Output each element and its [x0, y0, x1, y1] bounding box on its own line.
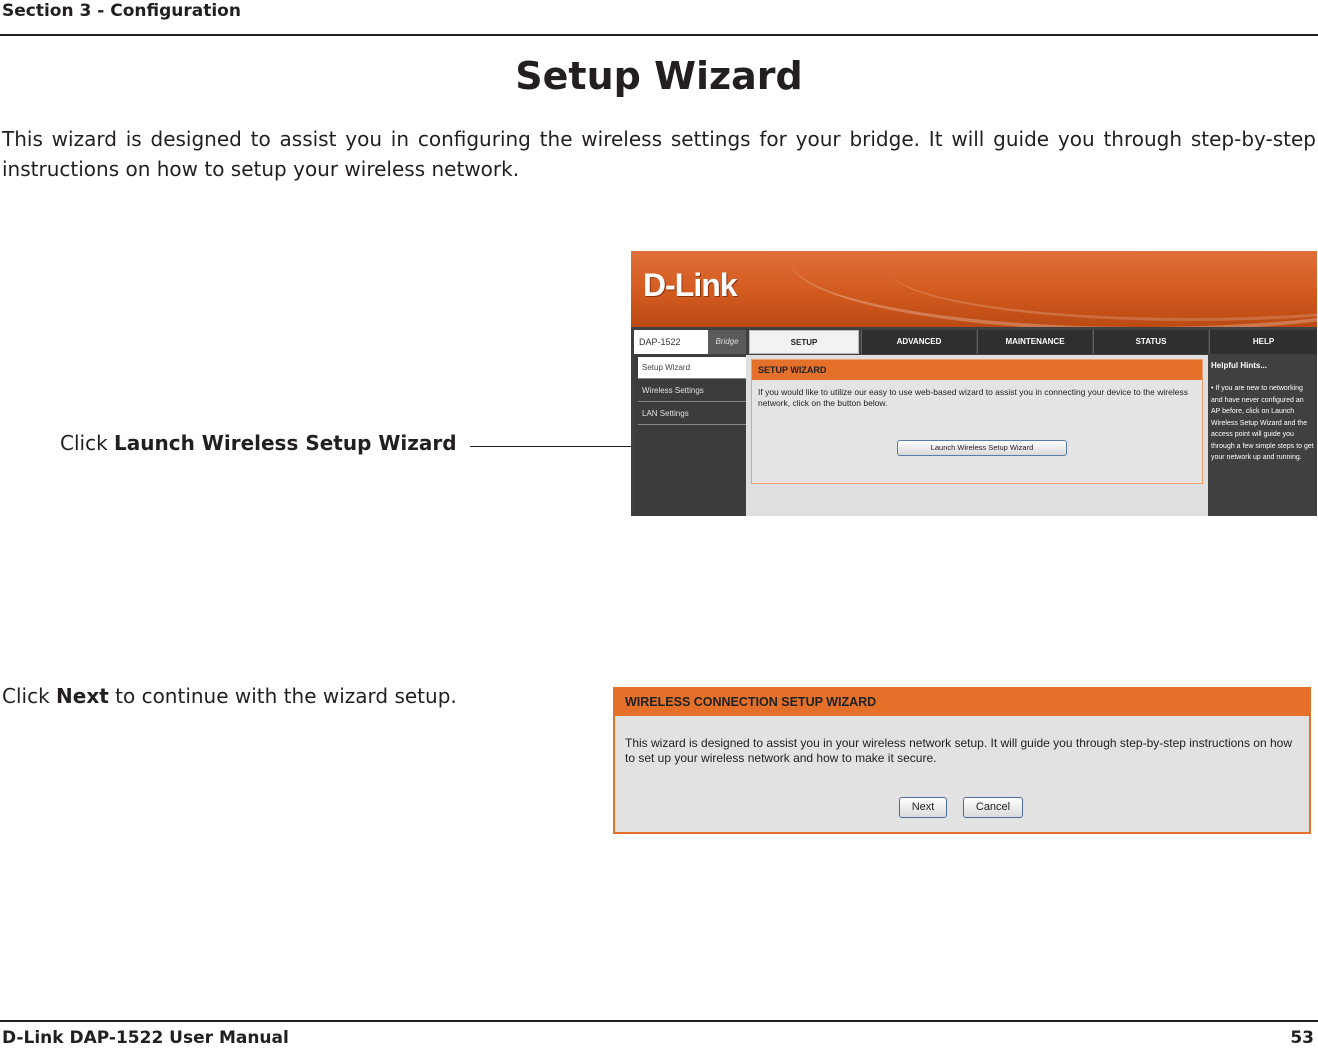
- tab-help[interactable]: HELP: [1209, 330, 1317, 354]
- page-number: 53: [1290, 1028, 1314, 1048]
- setup-wizard-panel: SETUP WIZARD If you would like to utiliz…: [751, 359, 1203, 484]
- tab-status[interactable]: STATUS: [1093, 330, 1208, 354]
- section-header: Section 3 - Configuration: [2, 1, 241, 21]
- footer-manual-title: D-Link DAP-1522 User Manual: [2, 1028, 289, 1048]
- helpful-hints: Helpful Hints... • If you are new to net…: [1208, 355, 1317, 516]
- wizard-text: This wizard is designed to assist you in…: [625, 736, 1292, 765]
- next-button[interactable]: Next: [899, 797, 947, 818]
- next-callout: Click Next to continue with the wizard s…: [2, 684, 457, 708]
- main-content: SETUP WIZARD If you would like to utiliz…: [746, 355, 1208, 516]
- hints-text: • If you are new to networking and have …: [1211, 385, 1314, 461]
- panel-title: SETUP WIZARD: [752, 360, 1202, 380]
- sidebar-item-lan-settings[interactable]: LAN Settings: [638, 403, 746, 425]
- wizard-title: WIRELESS CONNECTION SETUP WIZARD: [615, 689, 1309, 716]
- footer-rule: [0, 1020, 1318, 1022]
- sidebar-item-setup-wizard[interactable]: Setup Wizard: [638, 357, 746, 379]
- cancel-button[interactable]: Cancel: [963, 797, 1023, 818]
- launch-callout: Click Launch Wireless Setup Wizard: [60, 431, 457, 455]
- tab-maintenance[interactable]: MAINTENANCE: [977, 330, 1092, 354]
- sidebar: Setup Wizard Wireless Settings LAN Setti…: [634, 355, 746, 516]
- next-callout-prefix: Click: [2, 684, 57, 708]
- tab-advanced[interactable]: ADVANCED: [861, 330, 976, 354]
- tab-setup[interactable]: SETUP: [749, 330, 859, 354]
- next-callout-bold: Next: [56, 684, 109, 708]
- wireless-wizard-screenshot: WIRELESS CONNECTION SETUP WIZARD This wi…: [613, 687, 1311, 834]
- page-title: Setup Wizard: [515, 54, 803, 98]
- sidebar-item-wireless-settings[interactable]: Wireless Settings: [638, 380, 746, 402]
- launch-callout-prefix: Click: [60, 431, 115, 455]
- launch-wizard-button[interactable]: Launch Wireless Setup Wizard: [897, 440, 1067, 456]
- mode-tag: Bridge: [708, 330, 746, 354]
- header-rule: [0, 34, 1318, 36]
- intro-paragraph: This wizard is designed to assist you in…: [2, 127, 1316, 181]
- hints-title: Helpful Hints...: [1211, 361, 1267, 370]
- dlink-setup-screenshot: D-Link DAP-1522 Bridge SETUP ADVANCED MA…: [631, 251, 1317, 516]
- model-label: DAP-1522: [634, 330, 708, 354]
- launch-callout-bold: Launch Wireless Setup Wizard: [114, 431, 457, 455]
- panel-text: If you would like to utilize our easy to…: [758, 387, 1188, 408]
- next-callout-suffix: to continue with the wizard setup.: [108, 684, 457, 708]
- dlink-banner: D-Link: [631, 251, 1317, 327]
- dlink-logo: D-Link: [643, 267, 738, 303]
